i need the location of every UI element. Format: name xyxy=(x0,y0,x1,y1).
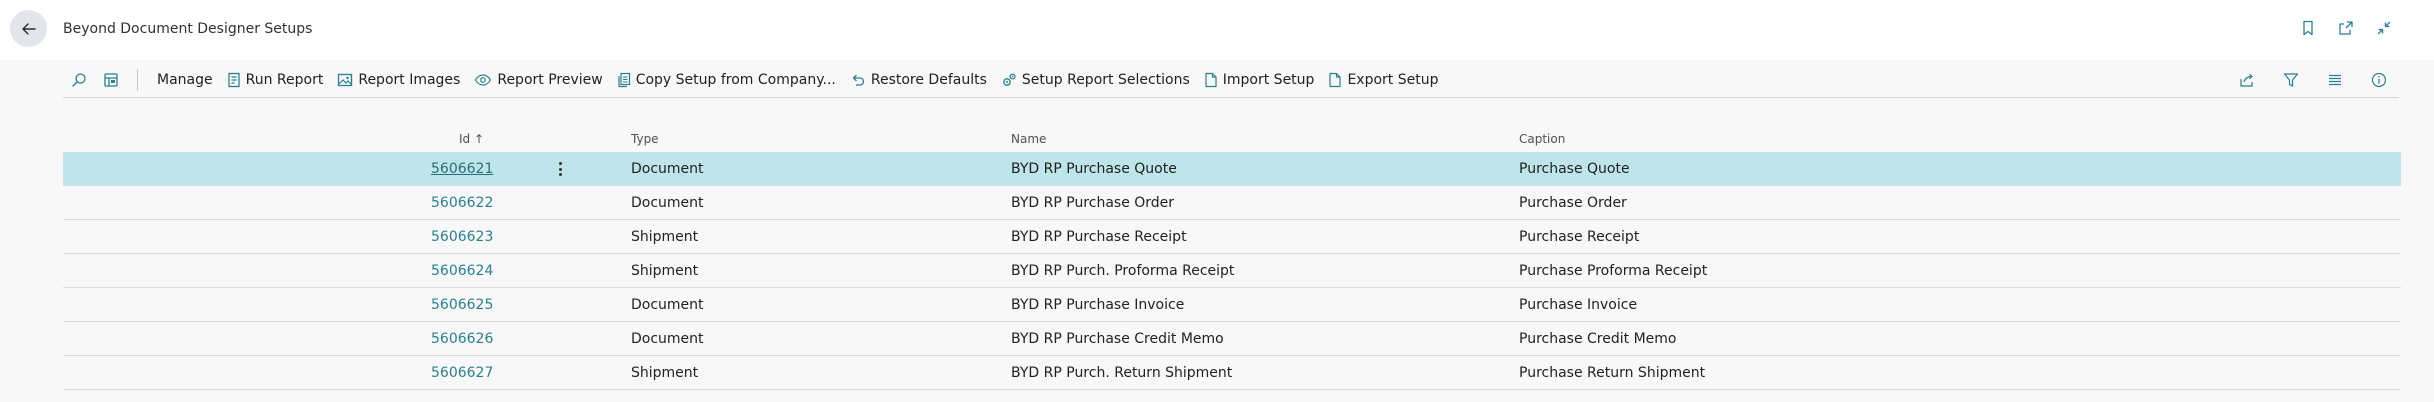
filter-pane-icon xyxy=(104,72,118,87)
setup-report-selections-label: Setup Report Selections xyxy=(1021,71,1190,88)
row-caption: Purchase Invoice xyxy=(1519,297,1638,313)
bookmark-icon xyxy=(2303,20,2313,36)
filter-button[interactable] xyxy=(2275,65,2307,95)
row-type: Document xyxy=(631,331,704,347)
row-caption: Purchase Proforma Receipt xyxy=(1519,263,1708,279)
row-caption: Purchase Order xyxy=(1519,195,1627,211)
row-name: BYD RP Purch. Proforma Receipt xyxy=(1011,263,1235,279)
row-caption: Purchase Credit Memo xyxy=(1519,331,1677,347)
info-button[interactable] xyxy=(2363,65,2395,95)
column-header-caption[interactable]: Caption xyxy=(1519,132,1565,146)
open-new-window-icon xyxy=(2339,21,2353,35)
row-name: BYD RP Purchase Credit Memo xyxy=(1011,331,1224,347)
row-id-link[interactable]: 5606626 xyxy=(431,331,493,347)
row-type: Document xyxy=(631,297,704,313)
import-setup-button[interactable]: Import Setup xyxy=(1197,65,1322,95)
search-button[interactable] xyxy=(63,65,95,95)
export-setup-button[interactable]: Export Setup xyxy=(1321,65,1445,95)
export-icon xyxy=(1329,72,1342,87)
row-id-link[interactable]: 5606621 xyxy=(431,161,493,177)
restore-defaults-label: Restore Defaults xyxy=(870,71,987,88)
title-actions xyxy=(2298,18,2394,38)
list-view-icon xyxy=(2329,74,2341,85)
image-icon xyxy=(338,73,353,86)
page-title: Beyond Document Designer Setups xyxy=(63,21,313,37)
run-report-button[interactable]: Run Report xyxy=(220,65,331,95)
column-header-type[interactable]: Type xyxy=(631,132,659,146)
setups-table: Id ↑ Type Name Caption 5606621 Document … xyxy=(63,126,2401,390)
right-actions xyxy=(2231,65,2399,95)
eye-icon xyxy=(475,73,492,86)
open-new-window-button[interactable] xyxy=(2336,18,2356,38)
row-name: BYD RP Purch. Return Shipment xyxy=(1011,365,1233,381)
row-type: Shipment xyxy=(631,229,699,245)
row-id-link[interactable]: 5606622 xyxy=(431,195,493,211)
setup-report-selections-button[interactable]: Setup Report Selections xyxy=(994,65,1197,95)
import-setup-label: Import Setup xyxy=(1222,71,1315,88)
run-report-label: Run Report xyxy=(245,71,324,88)
more-vertical-icon xyxy=(558,162,562,165)
row-id-link[interactable]: 5606623 xyxy=(431,229,493,245)
row-type: Shipment xyxy=(631,263,699,279)
report-images-button[interactable]: Report Images xyxy=(330,65,467,95)
filter-pane-button[interactable] xyxy=(95,65,127,95)
undo-icon xyxy=(852,74,864,86)
toolbar-divider xyxy=(137,68,138,91)
report-images-label: Report Images xyxy=(358,71,461,88)
row-id-link[interactable]: 5606627 xyxy=(431,365,493,381)
row-id-link[interactable]: 5606624 xyxy=(431,263,493,279)
row-actions-button[interactable] xyxy=(553,160,567,178)
row-name: BYD RP Purchase Quote xyxy=(1011,161,1177,177)
collapse-icon xyxy=(2377,21,2391,35)
table-row[interactable]: 5606622 Document BYD RP Purchase Order P… xyxy=(63,186,2401,220)
table-row[interactable]: 5606626 Document BYD RP Purchase Credit … xyxy=(63,322,2401,356)
more-vertical-icon-dot xyxy=(558,173,562,176)
row-name: BYD RP Purchase Receipt xyxy=(1011,229,1187,245)
table-row[interactable]: 5606621 Document BYD RP Purchase Quote P… xyxy=(63,152,2401,186)
row-caption: Purchase Receipt xyxy=(1519,229,1640,245)
share-button[interactable] xyxy=(2231,65,2263,95)
settings-cogs-icon xyxy=(1003,72,1016,86)
list-view-button[interactable] xyxy=(2319,65,2351,95)
row-name: BYD RP Purchase Order xyxy=(1011,195,1175,211)
arrow-left-icon xyxy=(21,22,36,35)
table-row[interactable]: 5606627 Shipment BYD RP Purch. Return Sh… xyxy=(63,356,2401,390)
more-vertical-icon-dot xyxy=(558,167,562,171)
back-button[interactable] xyxy=(10,10,47,47)
search-icon xyxy=(72,72,86,87)
report-preview-button[interactable]: Report Preview xyxy=(467,65,609,95)
action-bar: Manage Run Report Report Images Report P… xyxy=(63,62,2399,98)
column-header-id[interactable]: Id ↑ xyxy=(459,132,484,146)
import-icon xyxy=(1205,72,1217,87)
table-row[interactable]: 5606623 Shipment BYD RP Purchase Receipt… xyxy=(63,220,2401,254)
bookmark-button[interactable] xyxy=(2298,18,2318,38)
collapse-button[interactable] xyxy=(2374,18,2394,38)
column-header-name[interactable]: Name xyxy=(1011,132,1046,146)
page-header: Beyond Document Designer Setups xyxy=(0,0,2434,60)
row-id-link[interactable]: 5606625 xyxy=(431,297,493,313)
manage-button[interactable]: Manage xyxy=(150,65,220,95)
copy-icon xyxy=(618,72,630,87)
row-type: Document xyxy=(631,161,704,177)
filter-icon xyxy=(2283,72,2299,87)
copy-setup-label: Copy Setup from Company... xyxy=(635,71,836,88)
row-caption: Purchase Quote xyxy=(1519,161,1630,177)
report-preview-label: Report Preview xyxy=(497,71,603,88)
row-name: BYD RP Purchase Invoice xyxy=(1011,297,1185,313)
table-row[interactable]: 5606624 Shipment BYD RP Purch. Proforma … xyxy=(63,254,2401,288)
table-header: Id ↑ Type Name Caption xyxy=(63,126,2401,152)
row-caption: Purchase Return Shipment xyxy=(1519,365,1706,381)
copy-setup-button[interactable]: Copy Setup from Company... xyxy=(610,65,843,95)
report-icon xyxy=(227,72,240,87)
info-icon xyxy=(2371,72,2387,87)
manage-label: Manage xyxy=(157,71,213,88)
restore-defaults-button[interactable]: Restore Defaults xyxy=(843,65,994,95)
table-row[interactable]: 5606625 Document BYD RP Purchase Invoice… xyxy=(63,288,2401,322)
share-icon xyxy=(2240,73,2253,87)
row-type: Shipment xyxy=(631,365,699,381)
row-type: Document xyxy=(631,195,704,211)
export-setup-label: Export Setup xyxy=(1347,71,1439,88)
